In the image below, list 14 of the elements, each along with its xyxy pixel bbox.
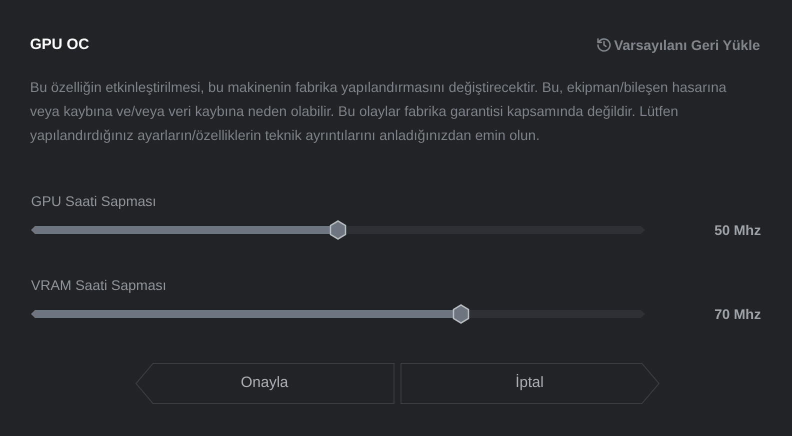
dialog-title: GPU OC	[30, 35, 90, 55]
slider-value: 70 Mhz	[714, 304, 761, 324]
slider-thumb[interactable]	[329, 220, 347, 240]
dialog-button[interactable]: İptal	[400, 362, 660, 404]
dialog-button[interactable]: Onayla	[134, 362, 394, 404]
slider-value: 50 Mhz	[714, 220, 761, 240]
history-icon	[596, 37, 612, 54]
slider-track[interactable]	[31, 226, 645, 234]
slider-label: VRAM Saati Sapması	[31, 276, 168, 295]
slider-track[interactable]	[31, 310, 645, 318]
slider-label: GPU Saati Sapması	[31, 192, 158, 211]
warning-text: Bu özelliğin etkinleştirilmesi, bu makinenin fabrika yapılandırmasını değiştirecektir. Bu, ekipman/bileşen hasarına veya kaybına ve/veya veri kaybına neden olabilir. Bu olaylar fabrika garantisi kapsamında değildir. Lütfen yapılandırdığınız ayarların/özelliklerin teknik ayrıntılarını anladığınızdan emin olun.	[30, 78, 728, 145]
slider-thumb[interactable]	[452, 304, 470, 324]
reset-link[interactable]: Varsayılanı Geri Yükle	[596, 34, 760, 56]
